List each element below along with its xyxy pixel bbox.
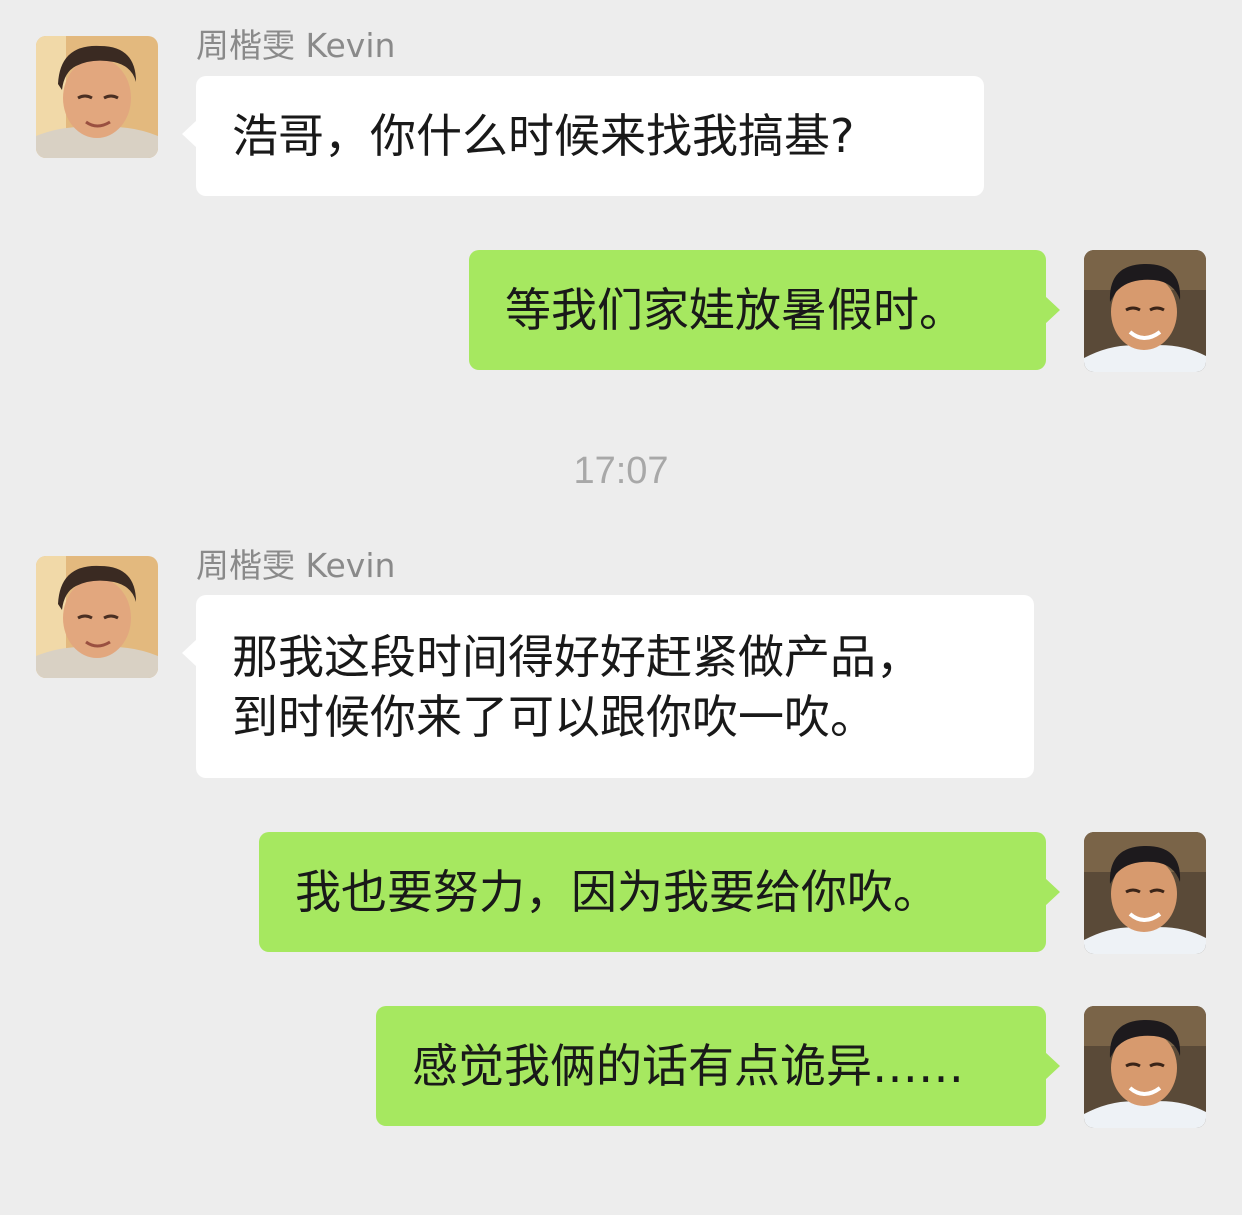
sender-name: 周楷雯 Kevin xyxy=(196,546,396,585)
message-text: 我也要努力，因为我要给你吹。 xyxy=(295,865,939,919)
my-avatar-photo xyxy=(1084,250,1206,372)
contact-avatar[interactable] xyxy=(36,36,158,158)
my-avatar[interactable] xyxy=(1084,1006,1206,1128)
contact-avatar-photo xyxy=(36,556,158,678)
message-text: 感觉我俩的话有点诡异…… xyxy=(412,1039,964,1093)
message-bubble-outgoing[interactable]: 我也要努力，因为我要给你吹。 xyxy=(259,832,1060,952)
contact-avatar-photo xyxy=(36,36,158,158)
message-text: 那我这段时间得好好赶紧做产品， 到时候你来了可以跟你吹一吹。 xyxy=(232,629,922,744)
message-bubble-outgoing[interactable]: 感觉我俩的话有点诡异…… xyxy=(376,1006,1060,1126)
message-text: 浩哥，你什么时候来找我搞基? xyxy=(232,109,855,163)
contact-avatar[interactable] xyxy=(36,556,158,678)
my-avatar-photo xyxy=(1084,832,1206,954)
message-bubble-outgoing[interactable]: 等我们家娃放暑假时。 xyxy=(469,250,1060,370)
message-text: 等我们家娃放暑假时。 xyxy=(505,283,965,337)
message-bubble-incoming[interactable]: 那我这段时间得好好赶紧做产品， 到时候你来了可以跟你吹一吹。 xyxy=(182,595,1034,778)
sender-name: 周楷雯 Kevin xyxy=(196,26,396,65)
my-avatar[interactable] xyxy=(1084,832,1206,954)
my-avatar[interactable] xyxy=(1084,250,1206,372)
my-avatar-photo xyxy=(1084,1006,1206,1128)
message-bubble-incoming[interactable]: 浩哥，你什么时候来找我搞基? xyxy=(182,76,984,196)
timestamp: 17:07 xyxy=(573,450,669,492)
